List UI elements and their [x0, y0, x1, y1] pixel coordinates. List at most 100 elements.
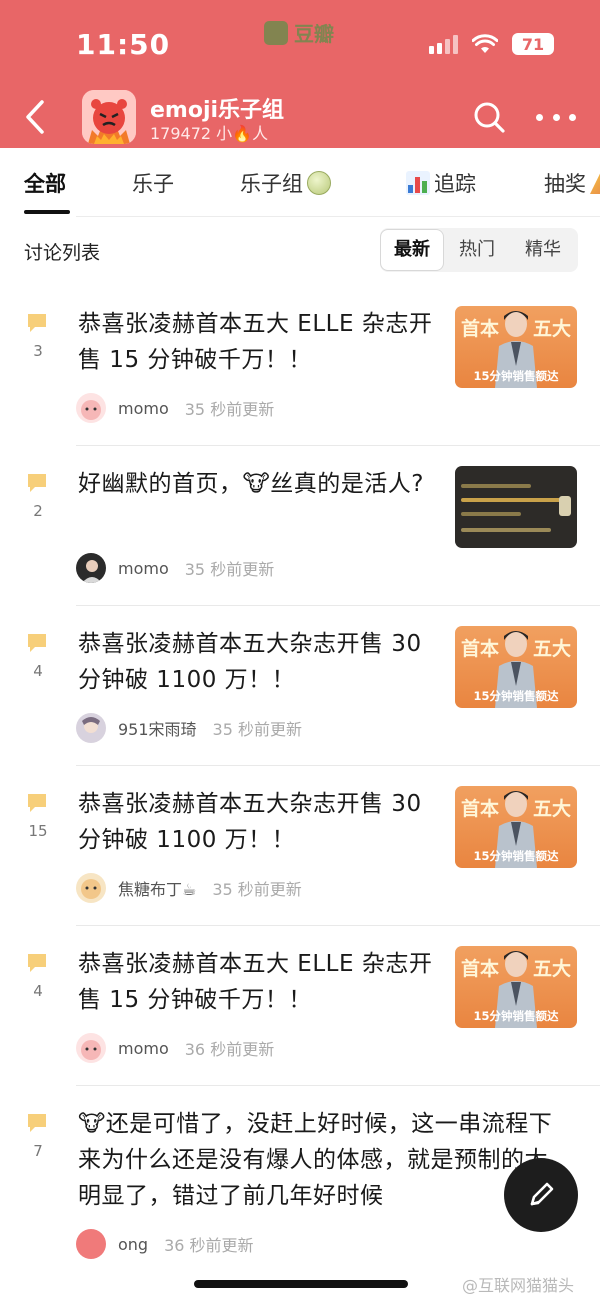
- avatar[interactable]: [76, 393, 106, 423]
- post-author[interactable]: ong: [118, 1235, 148, 1254]
- comment-icon: [28, 314, 46, 332]
- reply-count: 2: [33, 502, 43, 520]
- post-title[interactable]: 恭喜张凌赫首本五大杂志开售 30 分钟破 1100 万！！: [78, 786, 438, 858]
- member-count: 179472 小🔥人: [150, 120, 268, 144]
- post-author[interactable]: momo: [118, 559, 169, 578]
- status-bar: 11:50 豆瓣 71: [0, 0, 600, 90]
- list-item[interactable]: 3 恭喜张凌赫首本五大 ELLE 杂志开售 15 分钟破千万！！ momo 35…: [0, 286, 600, 446]
- post-time: 35 秒前更新: [212, 720, 302, 739]
- post-author[interactable]: momo: [118, 1039, 169, 1058]
- sort-featured[interactable]: 精华: [512, 228, 574, 272]
- reply-count: 4: [33, 662, 43, 680]
- carrier-indicator: 豆瓣: [264, 18, 334, 47]
- post-time: 35 秒前更新: [212, 880, 302, 899]
- signal-icon: [429, 34, 458, 54]
- avatar[interactable]: [76, 553, 106, 583]
- post-title[interactable]: 好幽默的首页，🐮丝真的是活人?: [78, 466, 438, 502]
- post-author[interactable]: 焦糖布丁☕: [118, 876, 196, 900]
- comment-icon: [28, 474, 46, 492]
- post-title[interactable]: 🐮还是可惜了，没赶上好时候，这一串流程下来为什么还是没有爆人的体感，就是预制的太…: [78, 1106, 568, 1214]
- status-time: 11:50: [76, 28, 171, 61]
- sort-latest[interactable]: 最新: [380, 229, 444, 271]
- fire-emoji: 🔥: [232, 124, 253, 143]
- party-icon: [590, 172, 600, 194]
- post-title[interactable]: 恭喜张凌赫首本五大 ELLE 杂志开售 15 分钟破千万！！: [78, 306, 438, 378]
- member-count-prefix: 179472 小: [150, 124, 233, 143]
- tab-bar: 全部 乐子 乐子组 追踪 抽奖: [0, 148, 600, 216]
- avatar[interactable]: [76, 1033, 106, 1063]
- search-icon[interactable]: [472, 100, 506, 134]
- post-meta: momo 35 秒前更新: [76, 553, 275, 583]
- thumb-caption: 15分钟销售额达: [473, 849, 559, 863]
- list-item[interactable]: 15 恭喜张凌赫首本五大杂志开售 30 分钟破 1100 万！！ 焦糖布丁☕ 3…: [0, 766, 600, 926]
- sort-hot[interactable]: 热门: [446, 228, 508, 272]
- status-icons: 71: [429, 33, 554, 55]
- carrier-label: 豆瓣: [294, 22, 334, 46]
- active-tab-indicator: [24, 210, 70, 214]
- post-title[interactable]: 恭喜张凌赫首本五大 ELLE 杂志开售 15 分钟破千万！！: [78, 946, 438, 1018]
- tab-lezi[interactable]: 乐子: [132, 168, 174, 198]
- post-thumbnail[interactable]: 首本 五大 15分钟销售额达: [455, 306, 577, 388]
- melon-icon: [307, 171, 331, 195]
- post-thumbnail[interactable]: 首本 五大 15分钟销售额达: [455, 946, 577, 1028]
- comment-icon: [28, 1114, 46, 1132]
- reply-count: 7: [33, 1142, 43, 1160]
- post-author[interactable]: 951宋雨琦: [118, 716, 197, 740]
- reply-count: 15: [28, 822, 48, 840]
- post-time: 35 秒前更新: [184, 400, 275, 419]
- list-item[interactable]: 4 恭喜张凌赫首本五大 ELLE 杂志开售 15 分钟破千万！！ momo 36…: [0, 926, 600, 1086]
- douban-app-icon: [264, 20, 288, 45]
- list-title: 讨论列表: [24, 242, 101, 264]
- post-thumbnail[interactable]: [455, 466, 577, 548]
- list-item[interactable]: 4 恭喜张凌赫首本五大杂志开售 30 分钟破 1100 万！！ 951宋雨琦 3…: [0, 606, 600, 766]
- post-time: 36 秒前更新: [184, 1040, 275, 1059]
- tab-lottery[interactable]: 抽奖: [544, 168, 600, 198]
- wifi-icon: [472, 34, 498, 53]
- avatar[interactable]: [76, 1229, 106, 1259]
- post-author[interactable]: momo: [118, 399, 169, 418]
- home-indicator[interactable]: [194, 1280, 408, 1288]
- tab-label: 抽奖: [544, 172, 586, 196]
- list-header: 讨论列表 最新 热门 精华: [0, 228, 600, 272]
- tab-label: 全部: [24, 172, 66, 196]
- comment-icon: [28, 954, 46, 972]
- thumb-caption: 15分钟销售额达: [473, 1009, 559, 1023]
- divider: [76, 216, 600, 217]
- post-thumbnail[interactable]: 首本 五大 15分钟销售额达: [455, 626, 577, 708]
- sort-segmented-control: 最新 热门 精华: [380, 228, 578, 272]
- back-arrow-icon[interactable]: [18, 94, 52, 140]
- avatar[interactable]: [76, 873, 106, 903]
- post-meta: momo 36 秒前更新: [76, 1033, 275, 1063]
- post-meta: 焦糖布丁☕ 35 秒前更新: [76, 873, 302, 903]
- post-title[interactable]: 恭喜张凌赫首本五大杂志开售 30 分钟破 1100 万！！: [78, 626, 438, 698]
- compose-button[interactable]: [504, 1158, 578, 1232]
- post-meta: ong 36 秒前更新: [76, 1229, 254, 1259]
- watermark: @互联网猫猫头: [462, 1276, 575, 1295]
- comment-icon: [28, 634, 46, 652]
- pencil-icon: [530, 1182, 554, 1206]
- comment-icon: [28, 794, 46, 812]
- tab-label: 乐子: [132, 172, 174, 196]
- tab-all[interactable]: 全部: [24, 168, 66, 198]
- group-header: emoji乐子组 179472 小🔥人: [0, 88, 600, 146]
- main-content: 全部 乐子 乐子组 追踪 抽奖 讨论列表 最新 热门 精华 3 恭喜张凌赫首本五…: [0, 148, 600, 1300]
- thumb-caption: 15分钟销售额达: [473, 689, 559, 703]
- reply-count: 3: [33, 342, 43, 360]
- chart-icon: [406, 171, 430, 195]
- list-item[interactable]: 2 好幽默的首页，🐮丝真的是活人? momo 35 秒前更新: [0, 446, 600, 606]
- post-time: 35 秒前更新: [184, 560, 275, 579]
- thumb-caption: 15分钟销售额达: [473, 369, 559, 383]
- tab-tracking[interactable]: 追踪: [406, 168, 476, 198]
- more-options-icon[interactable]: [536, 100, 576, 134]
- group-avatar[interactable]: [82, 90, 136, 144]
- post-meta: momo 35 秒前更新: [76, 393, 275, 423]
- tab-label: 乐子组: [240, 172, 303, 196]
- battery-indicator: 71: [512, 33, 554, 55]
- top-bar: 11:50 豆瓣 71 emoji乐子组 179472 小🔥人: [0, 0, 600, 148]
- reply-count: 4: [33, 982, 43, 1000]
- avatar[interactable]: [76, 713, 106, 743]
- member-count-suffix: 人: [252, 124, 269, 143]
- post-thumbnail[interactable]: 首本 五大 15分钟销售额达: [455, 786, 577, 868]
- tab-label: 追踪: [434, 172, 476, 196]
- tab-lezi-group[interactable]: 乐子组: [240, 168, 331, 198]
